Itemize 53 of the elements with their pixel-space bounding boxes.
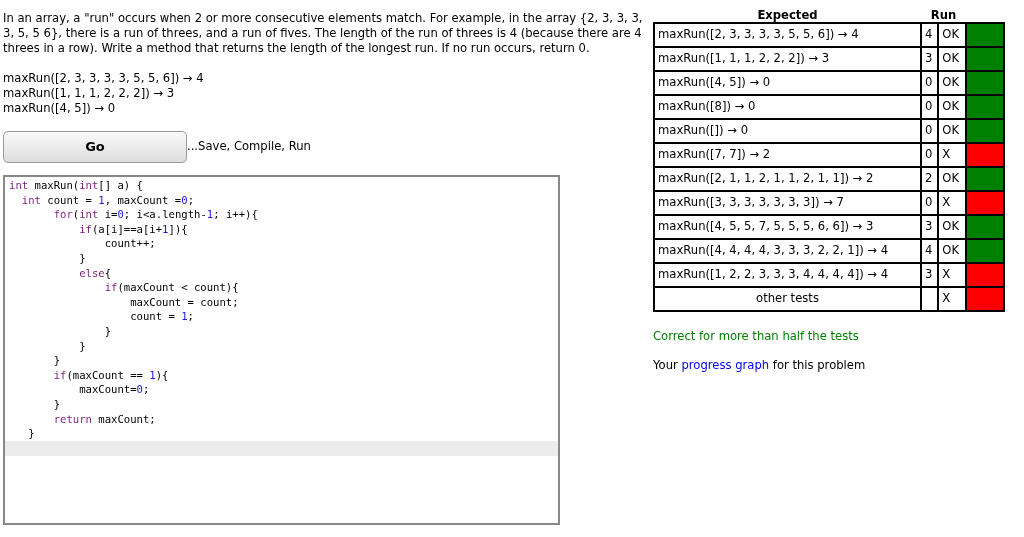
table-cell: maxRun([4, 5]) → 0 — [654, 71, 921, 95]
code-editor[interactable] — [3, 175, 560, 525]
go-hint: ...Save, Compile, Run — [187, 138, 311, 156]
table-cell: 3 — [921, 215, 939, 239]
problem-description: In an array, a "run" occurs when 2 or more consecutive elements match. For example, in the array {2, 3, 3, 3, 3, 5, 5 6}, there is a run of threes, and a run of fives. The length of the run of threes is 4 (because there are 4 threes in a row). Write a method that returns the length of the longest run. If no run occurs, return 0. — [3, 11, 644, 56]
code-line: for(int i=0; i<a.length-1; i++){ — [52, 207, 259, 222]
table-cell: 0 — [921, 191, 939, 215]
progress-graph-link[interactable]: progress graph — [681, 358, 770, 373]
table-cell: maxRun([3, 3, 3, 3, 3, 3, 3]) → 7 — [654, 191, 921, 215]
column-header: Run — [921, 4, 966, 23]
table-cell: 4 — [921, 239, 939, 263]
code-line: } — [52, 396, 62, 412]
code-line: count++; — [103, 236, 157, 251]
table-cell: 0 — [921, 143, 939, 167]
code-line: int maxRun(int[] a) { — [8, 178, 144, 193]
code-line: return maxCount; — [52, 411, 157, 427]
code-line: maxCount=0; — [78, 382, 151, 397]
table-cell: 0 — [921, 119, 939, 143]
progress-text: Your progress graph for this problem — [653, 357, 867, 375]
code-line: if(maxCount == 1){ — [52, 367, 170, 383]
example-line: maxRun([1, 1, 1, 2, 2, 2]) → 3 — [3, 86, 176, 101]
table-cell: maxRun([1, 1, 1, 2, 2, 2]) → 3 — [654, 47, 921, 71]
table-cell: maxRun([2, 3, 3, 3, 3, 5, 5, 6]) → 4 — [654, 23, 921, 47]
table-cell: maxRun([8]) → 0 — [654, 95, 921, 119]
table-cell: maxRun([4, 4, 4, 4, 3, 3, 3, 2, 2, 1]) → 4 — [654, 239, 921, 263]
table-cell: other tests — [654, 287, 921, 311]
code-line: } — [52, 353, 62, 368]
code-line: } — [78, 338, 87, 354]
table-cell: 4 — [921, 23, 939, 47]
table-cell: maxRun([]) → 0 — [654, 119, 921, 143]
table-cell: 0 — [921, 71, 939, 95]
table-cell: 0 — [921, 95, 939, 119]
column-header: Expected — [654, 4, 921, 23]
code-line: else{ — [78, 265, 113, 281]
example-line: maxRun([2, 3, 3, 3, 3, 5, 5, 6]) → 4 — [3, 71, 205, 86]
table-cell: maxRun([7, 7]) → 2 — [654, 143, 921, 167]
code-line: int count = 1, maxCount =0; — [20, 192, 196, 208]
code-line: } — [27, 426, 36, 441]
table-cell: 3 — [921, 47, 939, 71]
go-button[interactable]: Go — [3, 131, 187, 163]
table-cell: maxRun([4, 5, 5, 7, 5, 5, 5, 6, 6]) → 3 — [654, 215, 921, 239]
code-line: if(maxCount < count){ — [103, 280, 240, 295]
table-cell: 2 — [921, 167, 939, 191]
table-cell: maxRun([2, 1, 1, 2, 1, 1, 2, 1, 1]) → 2 — [654, 167, 921, 191]
summary-text: Correct for more than half the tests — [653, 328, 860, 345]
code-line: } — [103, 323, 113, 339]
example-line: maxRun([4, 5]) → 0 — [3, 101, 117, 116]
code-line: maxCount = count; — [129, 294, 240, 310]
code-line: count = 1; — [129, 309, 195, 324]
table-cell: 3 — [921, 263, 939, 287]
code-line: if(a[i]==a[i+1]){ — [78, 221, 189, 237]
code-line: } — [78, 250, 87, 266]
table-cell: maxRun([1, 2, 2, 3, 3, 3, 4, 4, 4, 4]) → 4 — [654, 263, 921, 287]
